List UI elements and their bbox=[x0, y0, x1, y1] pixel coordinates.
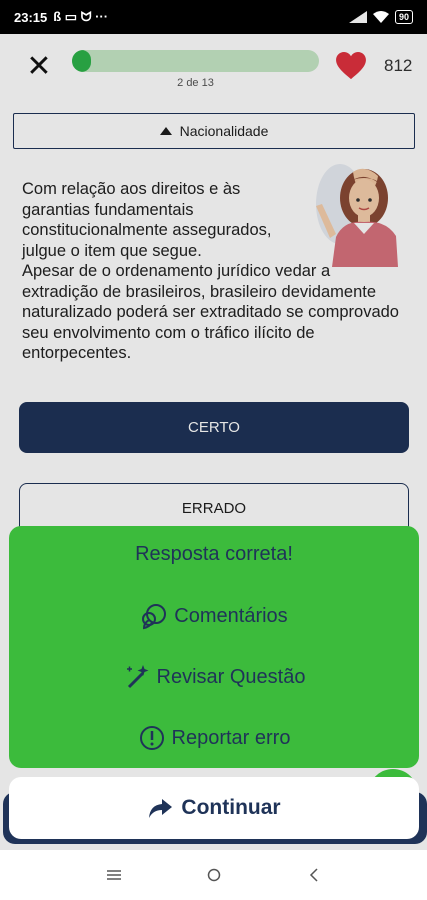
nav-menu-button[interactable] bbox=[99, 860, 129, 890]
chat-bubble-icon bbox=[142, 604, 167, 630]
share-arrow-icon bbox=[149, 799, 173, 818]
alert-circle-icon bbox=[139, 726, 164, 750]
notification-icons: ß ▭ ᗢ ··· bbox=[53, 9, 109, 24]
status-left: 23:15 ß ▭ ᗢ ··· bbox=[14, 9, 108, 25]
review-question-button[interactable]: Revisar Questão bbox=[9, 663, 419, 691]
menu-icon bbox=[106, 870, 121, 880]
quiz-screen: ✕ 2 de 13 812 Nacionalidade Com relação … bbox=[0, 34, 427, 850]
continue-label: Continuar bbox=[181, 796, 281, 819]
report-error-label: Reportar erro bbox=[171, 726, 291, 749]
nav-home-button[interactable] bbox=[199, 860, 229, 890]
comments-button[interactable]: Comentários bbox=[9, 602, 419, 630]
feedback-panel: Resposta correta! Comentários Revisar Qu… bbox=[9, 526, 419, 768]
home-circle-icon bbox=[207, 868, 220, 882]
status-time: 23:15 bbox=[14, 9, 48, 25]
status-right: 90 bbox=[348, 10, 413, 24]
comments-label: Comentários bbox=[174, 604, 288, 627]
report-error-button[interactable]: Reportar erro bbox=[9, 724, 419, 752]
signal-icon bbox=[348, 11, 367, 23]
review-question-label: Revisar Questão bbox=[156, 665, 306, 688]
status-bar: 23:15 ß ▭ ᗢ ··· 90 bbox=[0, 0, 427, 34]
feedback-title: Resposta correta! bbox=[135, 543, 293, 565]
android-nav-bar bbox=[0, 850, 427, 900]
nav-back-button[interactable] bbox=[299, 860, 329, 890]
back-chevron-icon bbox=[309, 868, 318, 882]
battery-icon: 90 bbox=[394, 10, 413, 24]
wifi-icon bbox=[372, 11, 389, 23]
continue-button[interactable]: Continuar bbox=[9, 777, 419, 839]
magic-wand-icon bbox=[126, 665, 149, 689]
